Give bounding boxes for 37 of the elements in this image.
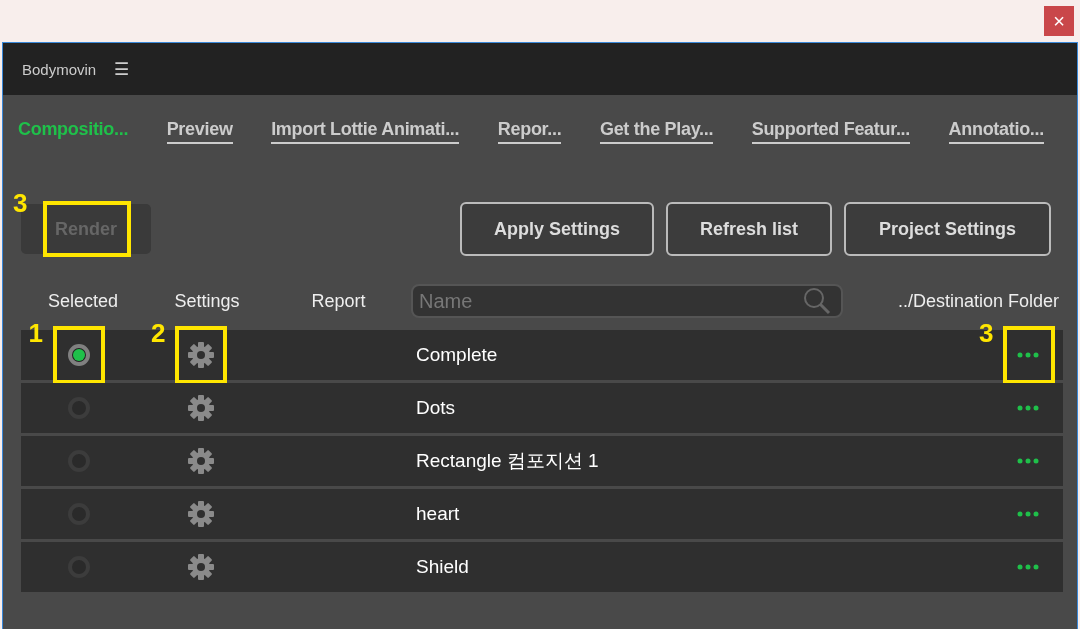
- tab[interactable]: Get the Play...: [599, 119, 714, 144]
- tab[interactable]: Annotatio...: [948, 119, 1044, 144]
- gear-icon[interactable]: [188, 395, 214, 421]
- gear-icon[interactable]: [188, 501, 214, 527]
- panel-title: Bodymovin: [22, 60, 97, 78]
- composition-name: heart: [416, 503, 461, 525]
- more-icon[interactable]: [1017, 511, 1039, 517]
- column-header: Report: [310, 290, 367, 312]
- tab[interactable]: Compositio...: [18, 119, 129, 144]
- composition-name: Rectangle 컴포지션 1: [416, 449, 600, 473]
- tab[interactable]: Import Lottie Animati...: [271, 119, 460, 144]
- callout-number: 3: [979, 318, 994, 349]
- tab[interactable]: Repor...: [497, 119, 562, 144]
- close-button[interactable]: ×: [1044, 6, 1074, 36]
- column-header: ../Destination Folder: [897, 290, 1059, 312]
- action-button[interactable]: Project Settings: [843, 202, 1051, 256]
- gear-icon[interactable]: [188, 342, 214, 368]
- composition-name: Dots: [416, 397, 457, 419]
- gear-icon[interactable]: [188, 448, 214, 474]
- gear-icon[interactable]: [188, 554, 214, 580]
- callout-number: 2: [151, 318, 166, 349]
- composition-name: Shield: [416, 556, 470, 578]
- callout-number: 1: [28, 318, 43, 349]
- action-button[interactable]: Apply Settings: [459, 202, 654, 256]
- tab[interactable]: Supported Featur...: [751, 119, 911, 144]
- menu-icon[interactable]: ☰: [114, 58, 130, 80]
- column-header: Settings: [173, 290, 241, 312]
- column-header: Selected: [46, 290, 120, 312]
- composition-name: Complete: [416, 344, 499, 366]
- action-button[interactable]: Refresh list: [665, 202, 832, 256]
- more-icon[interactable]: [1017, 564, 1039, 570]
- search-field[interactable]: Name: [411, 284, 843, 318]
- tab[interactable]: Preview: [166, 119, 233, 144]
- more-icon[interactable]: [1017, 352, 1039, 358]
- search-icon: [803, 287, 831, 315]
- more-icon[interactable]: [1017, 458, 1039, 464]
- more-icon[interactable]: [1017, 405, 1039, 411]
